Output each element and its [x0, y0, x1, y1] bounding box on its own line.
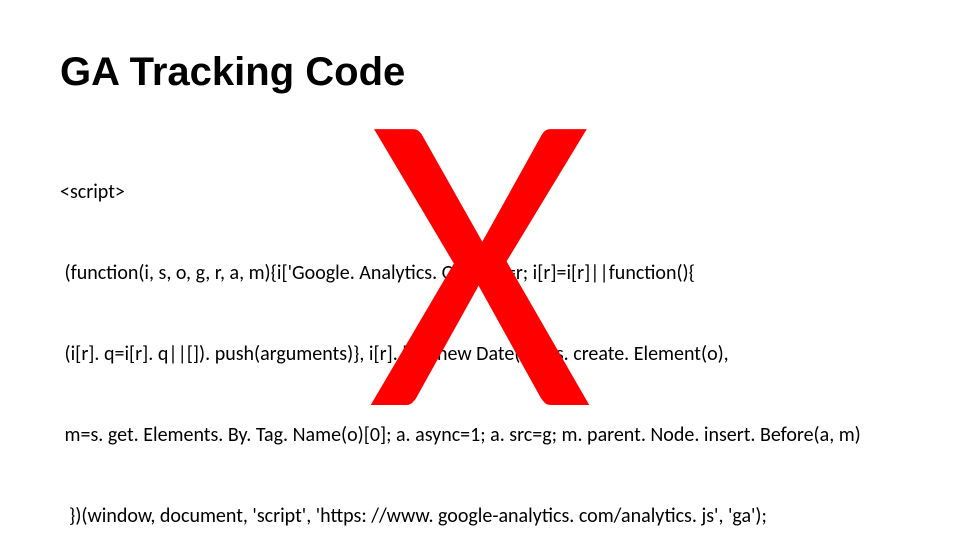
code-line: (i[r]. q=i[r]. q||[]). push(arguments)},…: [60, 341, 900, 368]
code-line: (function(i, s, o, g, r, a, m){i['Google…: [60, 260, 900, 287]
code-line: })(window, document, 'script', 'https: /…: [60, 503, 900, 530]
code-block: <script> (function(i, s, o, g, r, a, m){…: [60, 125, 900, 540]
code-line: m=s. get. Elements. By. Tag. Name(o)[0];…: [60, 422, 900, 449]
code-line: <script>: [60, 179, 900, 206]
slide: GA Tracking Code <script> (function(i, s…: [0, 0, 960, 540]
slide-title: GA Tracking Code: [60, 50, 900, 95]
